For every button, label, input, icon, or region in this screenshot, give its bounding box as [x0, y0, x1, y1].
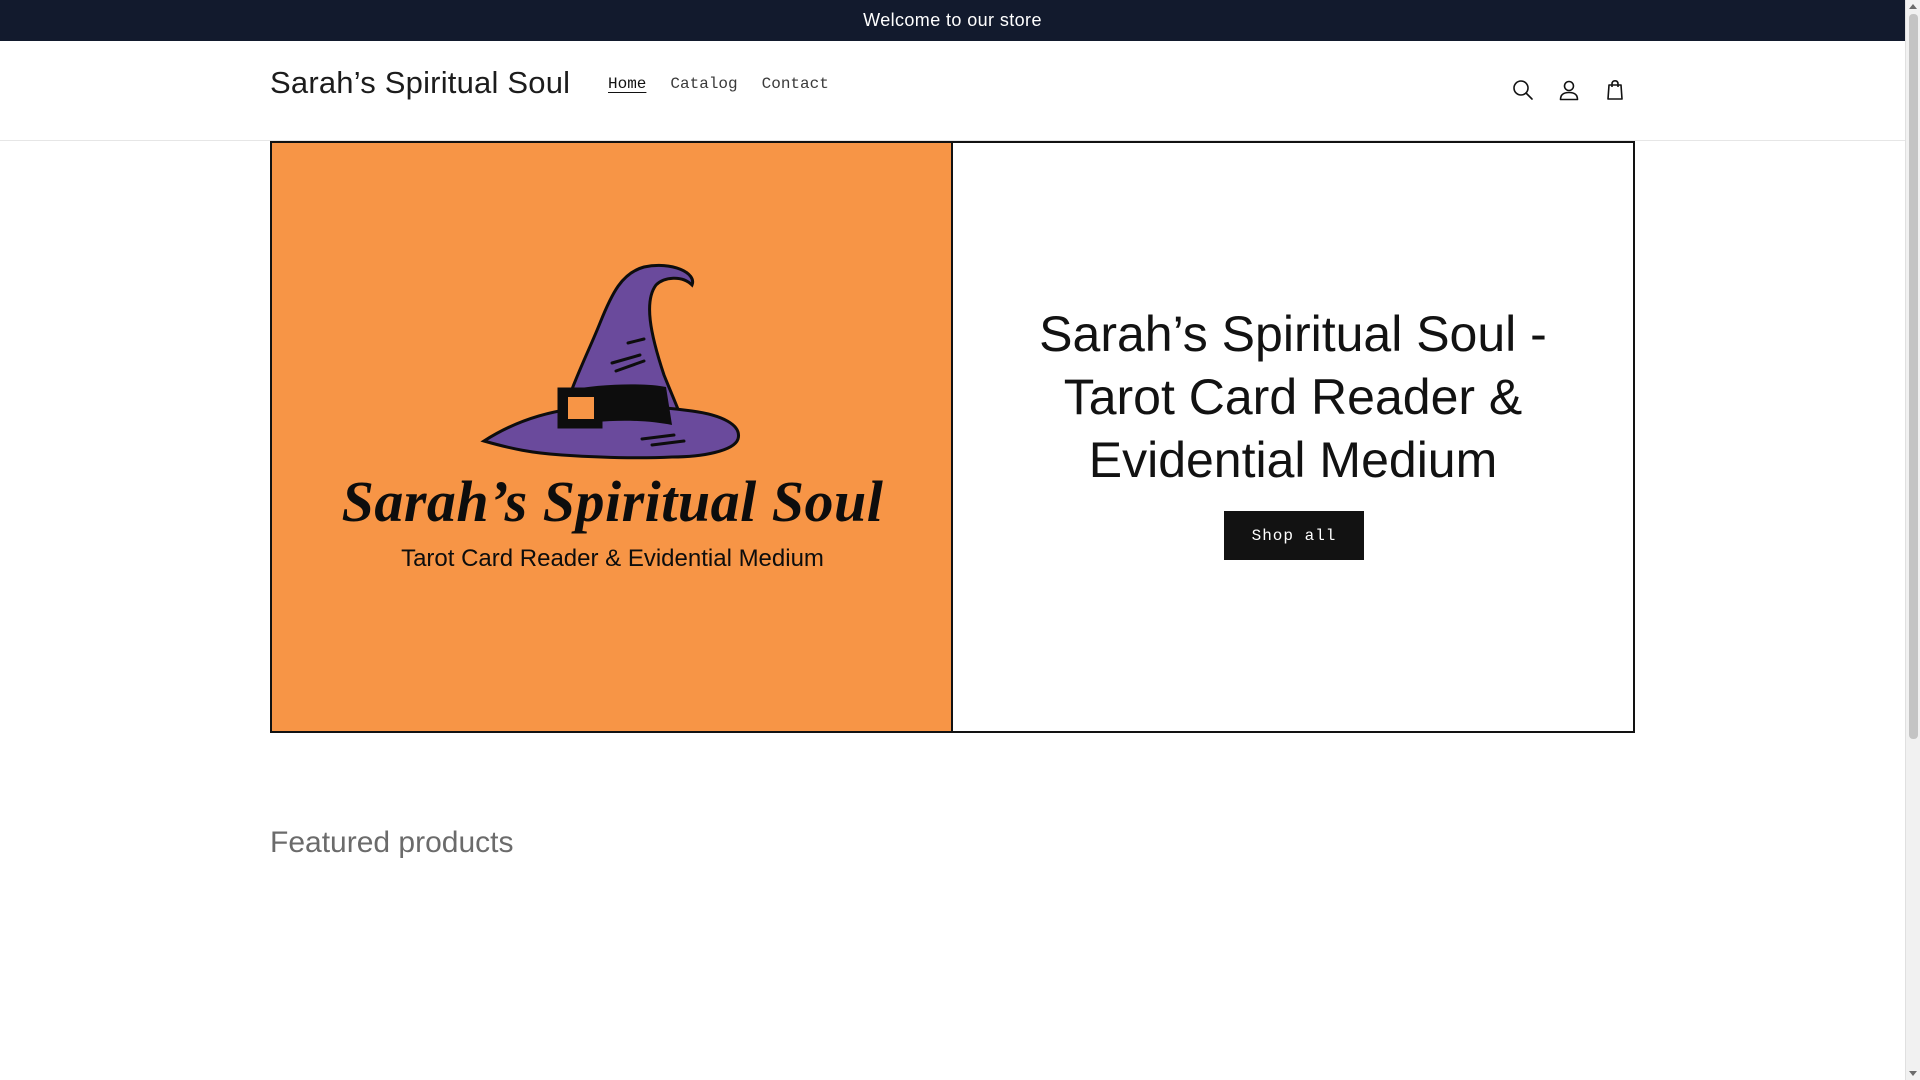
nav-home[interactable]: Home	[596, 75, 658, 99]
page: Welcome to our store Sarah’s Spiritual S…	[0, 0, 1920, 1080]
scroll-thumb[interactable]	[1909, 14, 1918, 739]
cart-button[interactable]	[1592, 67, 1638, 113]
search-icon	[1513, 80, 1533, 100]
hero-title: Sarah’s Spiritual Soul - Tarot Card Read…	[1039, 306, 1547, 488]
account-icon	[1559, 80, 1579, 101]
cart-icon	[1607, 79, 1623, 100]
shop-all-button[interactable]: Shop all	[1224, 511, 1364, 560]
hero-content: Sarah’s Spiritual Soul - Tarot Card Read…	[953, 143, 1633, 731]
logo-script-text: Sarah’s Spiritual Soul	[341, 469, 884, 534]
brand-link[interactable]: Sarah’s Spiritual Soul	[270, 65, 570, 101]
hero-banner: Sarah’s Spiritual Soul Tarot Card Reader…	[270, 141, 1635, 733]
account-button[interactable]	[1546, 67, 1592, 113]
scroll-up-arrow[interactable]	[1909, 4, 1917, 9]
nav-catalog[interactable]: Catalog	[658, 75, 749, 99]
featured-products-heading: Featured products	[270, 826, 514, 859]
search-button[interactable]	[1500, 67, 1546, 113]
witch-hat-icon	[480, 263, 740, 460]
header-icons	[1500, 67, 1638, 113]
announcement-bar: Welcome to our store	[0, 0, 1905, 41]
logo-tagline: Tarot Card Reader & Evidential Medium	[401, 545, 824, 572]
site-header: Sarah’s Spiritual Soul Home Catalog Cont…	[0, 41, 1905, 141]
hero-logo-image: Sarah’s Spiritual Soul Tarot Card Reader…	[272, 143, 953, 731]
nav-contact[interactable]: Contact	[750, 75, 841, 99]
main-nav: Home Catalog Contact	[596, 75, 841, 99]
scroll-down-arrow[interactable]	[1909, 1071, 1917, 1076]
announcement-text: Welcome to our store	[863, 10, 1042, 30]
vertical-scrollbar[interactable]	[1905, 0, 1920, 1080]
